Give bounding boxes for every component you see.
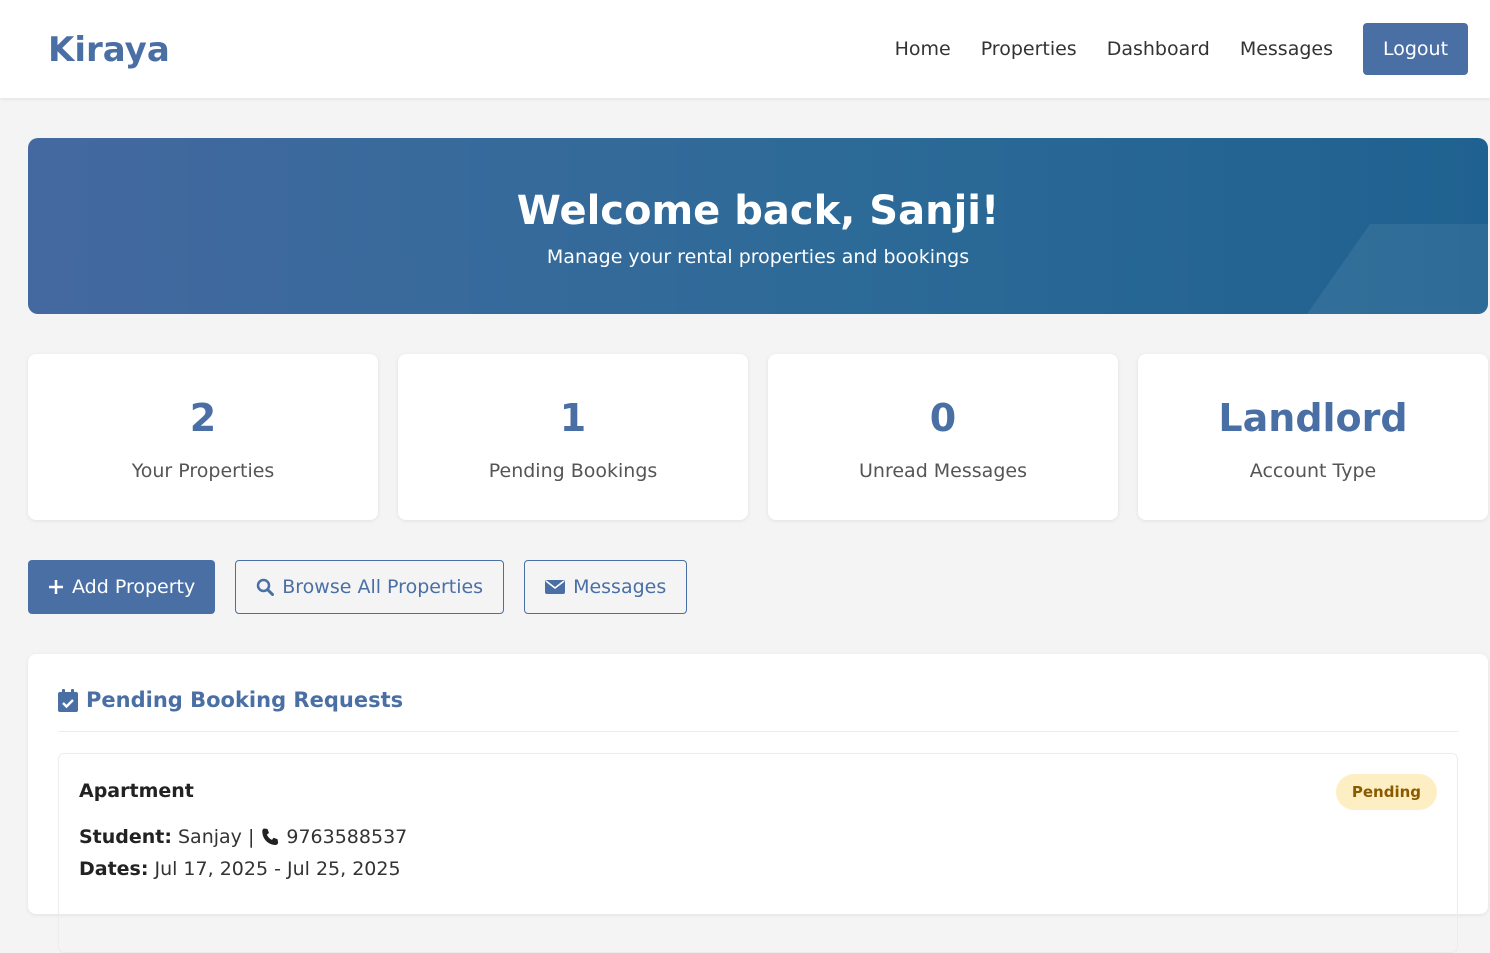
booking-dates: Jul 17, 2025 - Jul 25, 2025 <box>154 858 401 880</box>
booking-property-name: Apartment <box>79 780 194 802</box>
booking-dates-row: Dates: Jul 17, 2025 - Jul 25, 2025 <box>79 858 401 880</box>
student-label: Student: <box>79 826 172 848</box>
stat-value: 0 <box>929 396 957 440</box>
stats-row: 2 Your Properties 1 Pending Bookings 0 U… <box>28 354 1488 520</box>
search-icon <box>256 578 275 596</box>
browse-properties-label: Browse All Properties <box>282 576 484 598</box>
stat-card-unread-messages: 0 Unread Messages <box>768 354 1118 520</box>
stat-card-pending-bookings: 1 Pending Bookings <box>398 354 748 520</box>
nav-home[interactable]: Home <box>895 38 951 60</box>
messages-button[interactable]: Messages <box>524 560 688 614</box>
welcome-title: Welcome back, Sanji! <box>516 188 1000 234</box>
phone-icon <box>260 827 280 847</box>
nav-dashboard[interactable]: Dashboard <box>1107 38 1210 60</box>
logout-button[interactable]: Logout <box>1363 23 1468 75</box>
add-property-label: Add Property <box>72 576 196 598</box>
pending-bookings-panel: Pending Booking Requests Apartment Pendi… <box>28 654 1488 953</box>
messages-label: Messages <box>573 576 667 598</box>
student-name: Sanjay | <box>178 826 255 848</box>
stat-label: Account Type <box>1249 460 1377 482</box>
welcome-banner: Welcome back, Sanji! Manage your rental … <box>28 138 1488 314</box>
stat-value: 1 <box>559 396 587 440</box>
stat-label: Pending Bookings <box>488 460 658 482</box>
booking-student-row: Student: Sanjay | 9763588537 <box>79 826 407 848</box>
browse-properties-button[interactable]: Browse All Properties <box>235 560 505 614</box>
panel-header: Pending Booking Requests <box>58 688 1458 732</box>
panel-title: Pending Booking Requests <box>86 688 404 712</box>
decorative-shape <box>1285 224 1488 314</box>
stat-value: 2 <box>189 396 217 440</box>
nav-messages[interactable]: Messages <box>1240 38 1333 60</box>
welcome-subtitle: Manage your rental properties and bookin… <box>546 246 970 268</box>
stat-card-properties: 2 Your Properties <box>28 354 378 520</box>
nav-links: Home Properties Dashboard Messages Logou… <box>865 23 1468 75</box>
envelope-icon <box>545 579 566 595</box>
stat-value: Landlord <box>1218 396 1408 440</box>
student-phone: 9763588537 <box>286 826 408 848</box>
brand-logo[interactable]: Kiraya <box>48 30 170 70</box>
booking-request-card: Apartment Pending Student: Sanjay | 9763… <box>58 753 1458 953</box>
stat-label: Your Properties <box>131 460 275 482</box>
top-navbar: Kiraya Home Properties Dashboard Message… <box>0 0 1490 98</box>
plus-icon <box>48 579 64 595</box>
add-property-button[interactable]: Add Property <box>28 560 216 614</box>
stat-card-account-type: Landlord Account Type <box>1138 354 1488 520</box>
dates-label: Dates: <box>79 858 149 880</box>
status-badge: Pending <box>1335 774 1437 810</box>
calendar-check-icon <box>58 688 78 716</box>
stat-label: Unread Messages <box>859 460 1027 482</box>
nav-properties[interactable]: Properties <box>981 38 1077 60</box>
action-buttons: Add Property Browse All Properties Messa… <box>28 560 688 614</box>
